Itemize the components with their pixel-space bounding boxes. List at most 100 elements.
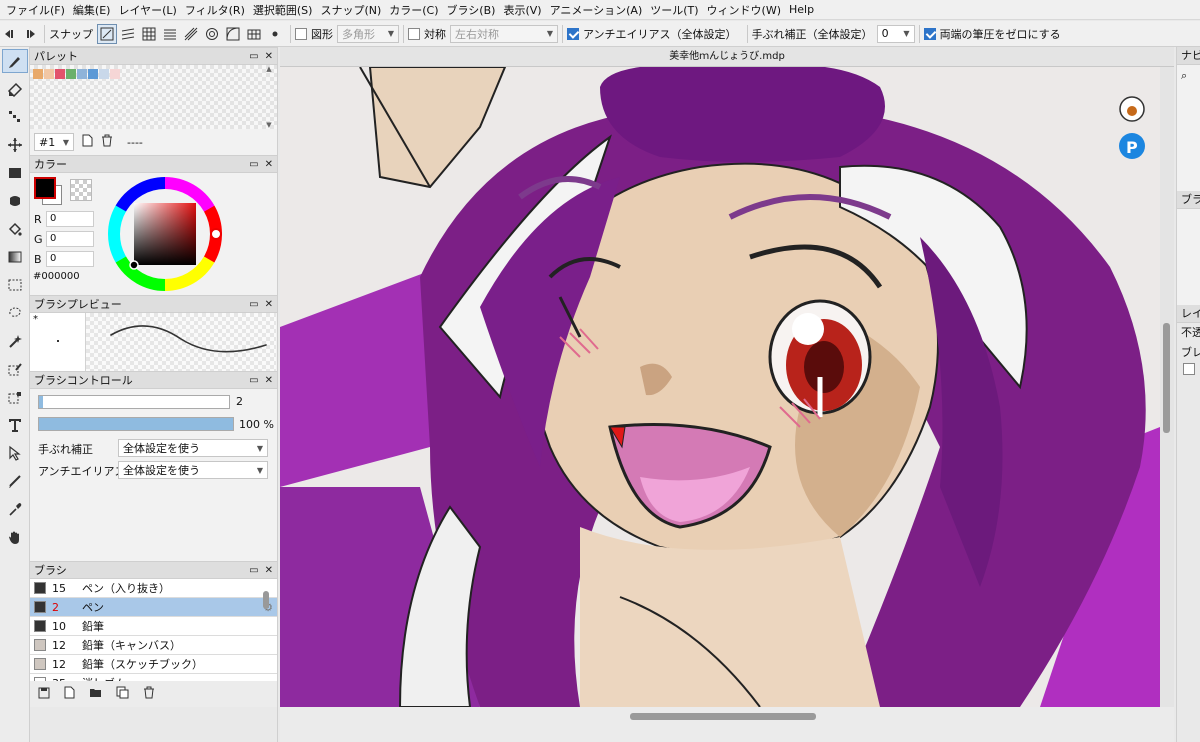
color-wheel[interactable] (106, 175, 224, 293)
opacity-slider[interactable] (38, 417, 234, 431)
undo-icon[interactable] (0, 24, 20, 44)
snap-curve-button[interactable] (223, 24, 243, 44)
brush-list-item[interactable]: 35消しゴム (30, 674, 277, 681)
close-icon[interactable]: ✕ (265, 159, 273, 170)
trash-icon[interactable] (143, 686, 155, 702)
brush-list-item[interactable]: 10 鉛筆 (30, 617, 277, 636)
close-icon[interactable]: ✕ (265, 51, 273, 62)
eyedropper-icon[interactable] (2, 497, 28, 521)
save-icon[interactable] (38, 687, 50, 702)
shape-select[interactable]: 多角形 ▼ (337, 24, 399, 43)
bucket-tool-icon[interactable] (2, 217, 28, 241)
palette-swatch[interactable] (44, 69, 54, 79)
brush-list-item[interactable]: 12 鉛筆（スケッチブック） (30, 655, 277, 674)
stabilizer-select[interactable]: 0 ▼ (876, 24, 915, 43)
operation-tool-icon[interactable] (2, 441, 28, 465)
folder-icon[interactable] (89, 687, 102, 701)
menu-window[interactable]: ウィンドウ(W) (707, 2, 789, 18)
g-input[interactable]: 0 (46, 231, 94, 247)
zoom-icon[interactable]: ⌕ (1181, 69, 1187, 82)
float-icon[interactable]: ▭ (249, 565, 258, 576)
brush-list-item[interactable]: 2ペン⚙ (30, 598, 277, 617)
snap-cross-button[interactable] (139, 24, 159, 44)
redo-icon[interactable] (20, 24, 40, 44)
menu-tool[interactable]: ツール(T) (650, 2, 706, 18)
brush-antialias-select[interactable]: 全体設定を使う ▼ (118, 461, 268, 479)
select-eraser-icon[interactable] (2, 385, 28, 409)
menu-snap[interactable]: スナップ(N) (320, 2, 389, 18)
palette-swatch[interactable] (77, 69, 87, 79)
menu-view[interactable]: 表示(V) (503, 2, 549, 18)
transparent-color-swatch[interactable] (70, 179, 92, 201)
move-tool-icon[interactable] (2, 133, 28, 157)
menu-help[interactable]: Help (789, 3, 822, 16)
antialias-checkbox[interactable] (567, 27, 579, 40)
select-pen-icon[interactable] (2, 357, 28, 381)
vertical-scroll-thumb[interactable] (1163, 323, 1170, 433)
text-tool-icon[interactable] (2, 413, 28, 437)
palette-scrollbar[interactable]: ▲ ▼ (264, 65, 274, 129)
menu-animation[interactable]: アニメーション(A) (550, 2, 651, 18)
horizontal-scrollbar[interactable] (280, 707, 1174, 742)
snap-off-button[interactable] (97, 23, 117, 44)
brush-list-item[interactable]: 15 ペン（入り抜き） (30, 579, 277, 598)
horizontal-scroll-thumb[interactable] (630, 713, 816, 720)
scroll-down-icon[interactable]: ▼ (266, 121, 271, 129)
size-slider[interactable] (38, 395, 230, 409)
new-page-icon[interactable] (82, 134, 93, 150)
duplicate-icon[interactable] (116, 686, 129, 702)
new-brush-icon[interactable] (64, 686, 75, 702)
menu-layer[interactable]: レイヤー(L) (118, 2, 184, 18)
snap-point-button[interactable] (265, 24, 285, 44)
palette-swatch[interactable] (33, 69, 43, 79)
float-icon[interactable]: ▭ (249, 51, 258, 62)
shape-checkbox[interactable] (295, 27, 307, 40)
magic-wand-icon[interactable] (2, 329, 28, 353)
float-icon[interactable]: ▭ (249, 299, 258, 310)
snap-parallel-button[interactable] (118, 24, 138, 44)
scroll-up-icon[interactable]: ▲ (266, 65, 271, 73)
palette-swatch[interactable] (88, 69, 98, 79)
menu-color[interactable]: カラー(C) (389, 2, 446, 18)
canvas-area[interactable]: 美幸他ｍんじょうび.mdp P (280, 47, 1174, 742)
snap-horizontal-button[interactable] (160, 24, 180, 44)
b-input[interactable]: 0 (46, 251, 94, 267)
gradient-tool-icon[interactable] (2, 245, 28, 269)
artwork-canvas[interactable]: P (280, 67, 1160, 707)
lasso-icon[interactable] (2, 301, 28, 325)
palette-swatch[interactable] (66, 69, 76, 79)
symmetry-checkbox[interactable] (408, 27, 420, 40)
float-icon[interactable]: ▭ (249, 375, 258, 386)
document-tab[interactable]: 美幸他ｍんじょうび.mdp (280, 47, 1174, 67)
snap-perspective-button[interactable] (244, 24, 264, 44)
divide-tool-icon[interactable] (2, 469, 28, 493)
menu-filter[interactable]: フィルタ(R) (185, 2, 253, 18)
pressure-checkbox[interactable] (923, 27, 936, 40)
snap-circle-button[interactable] (202, 24, 222, 44)
dot-tool-icon[interactable] (2, 105, 28, 129)
brush-stabilizer-select[interactable]: 全体設定を使う ▼ (118, 439, 268, 457)
layer-checkbox[interactable] (1183, 363, 1195, 375)
eraser-tool-icon[interactable] (2, 77, 28, 101)
r-input[interactable]: 0 (46, 211, 94, 227)
select-rect-icon[interactable] (2, 273, 28, 297)
palette-set-select[interactable]: #1 ▼ (34, 133, 74, 151)
float-icon[interactable]: ▭ (249, 159, 258, 170)
menu-select[interactable]: 選択範囲(S) (253, 2, 321, 18)
palette-swatch[interactable] (110, 69, 120, 79)
brush-tool-icon[interactable] (2, 49, 28, 73)
brush-list-scrollbar[interactable] (263, 591, 269, 609)
menu-file[interactable]: ファイル(F) (6, 2, 73, 18)
brush-list-item[interactable]: 12 鉛筆（キャンバス） (30, 636, 277, 655)
close-icon[interactable]: ✕ (265, 565, 273, 576)
menu-brush[interactable]: ブラシ(B) (447, 2, 504, 18)
close-icon[interactable]: ✕ (265, 375, 273, 386)
hand-tool-icon[interactable] (2, 525, 28, 549)
snap-radial-button[interactable] (181, 24, 201, 44)
fill-tool-icon[interactable] (2, 189, 28, 213)
palette-swatch[interactable] (55, 69, 65, 79)
menu-edit[interactable]: 編集(E) (73, 2, 119, 18)
symmetry-select[interactable]: 左右対称 ▼ (450, 24, 558, 43)
vertical-scrollbar[interactable] (1160, 67, 1174, 707)
rectangle-tool-icon[interactable] (2, 161, 28, 185)
